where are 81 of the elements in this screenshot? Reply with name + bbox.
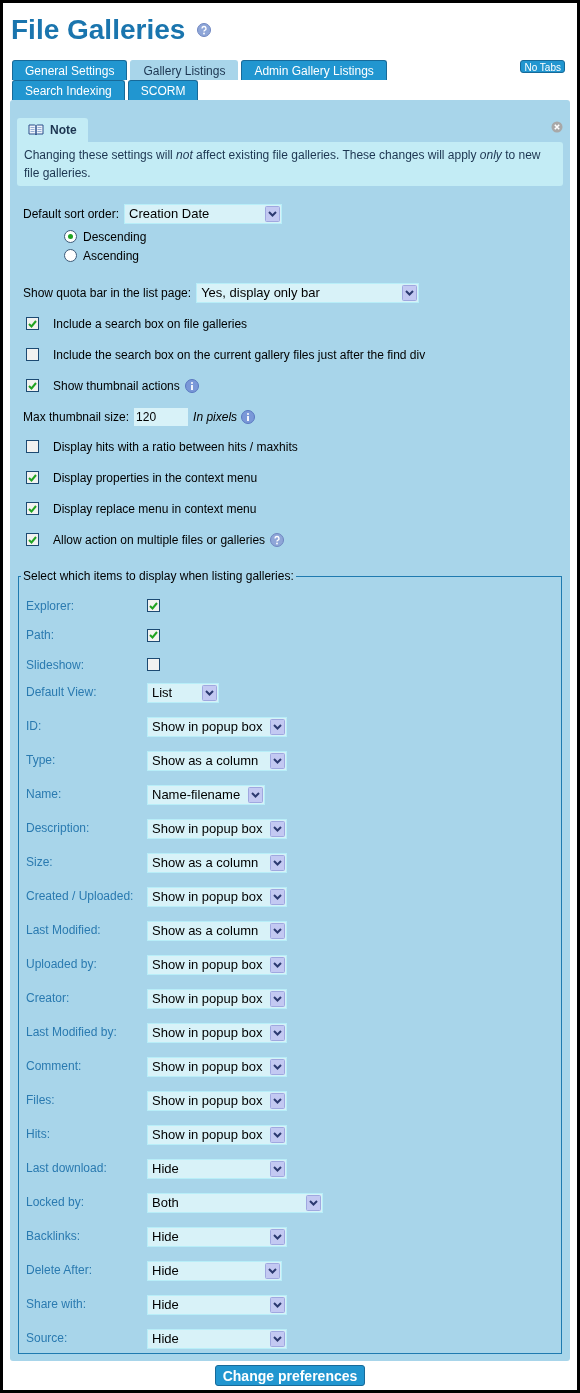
dropdown[interactable]: Hide — [147, 1294, 287, 1315]
dropdown[interactable]: Both — [147, 1192, 323, 1213]
checkbox-label: Include a search box on file galleries — [53, 315, 248, 333]
quota-bar-label: Show quota bar in the list page: — [23, 285, 192, 302]
radio-label: Ascending — [83, 247, 140, 265]
checkbox[interactable] — [26, 440, 39, 453]
checkbox[interactable] — [147, 599, 160, 613]
dropdown[interactable]: Hide — [147, 1260, 282, 1281]
checkbox[interactable] — [26, 471, 39, 484]
info-icon[interactable] — [241, 410, 256, 424]
field-label: Type: — [26, 751, 57, 769]
dropdown[interactable]: Show as a column — [147, 852, 287, 873]
radio-button[interactable] — [64, 230, 77, 243]
dropdown[interactable]: Show in popup box — [147, 886, 287, 907]
checkbox-label: Display replace menu in context menu — [53, 500, 257, 518]
field-label: Explorer: — [26, 597, 76, 615]
field-label: Default View: — [26, 683, 98, 701]
field-label: Description: — [26, 819, 91, 837]
checkbox-label: Display hits with a ratio between hits / maxhits — [53, 438, 298, 456]
help-icon[interactable] — [270, 532, 285, 547]
checkbox-label: Display properties in the context menu — [53, 469, 258, 487]
checkbox[interactable] — [26, 502, 39, 515]
dropdown[interactable]: Show in popup box — [147, 954, 287, 975]
field-label: Locked by: — [26, 1193, 86, 1211]
dropdown[interactable]: Creation Date — [124, 204, 283, 224]
field-label: Creator: — [26, 989, 71, 1007]
checkbox[interactable] — [26, 317, 39, 330]
info-icon[interactable] — [184, 378, 199, 393]
radio-button[interactable] — [64, 249, 77, 262]
help-icon[interactable] — [197, 23, 212, 37]
field-label: Created / Uploaded: — [26, 887, 135, 905]
field-label: Delete After: — [26, 1261, 94, 1279]
field-label: Slideshow: — [26, 656, 86, 674]
dropdown[interactable]: Show in popup box — [147, 1124, 287, 1145]
dropdown[interactable]: Show as a column — [147, 750, 287, 771]
field-label: Name: — [26, 785, 63, 803]
dropdown[interactable]: Show in popup box — [147, 1056, 287, 1077]
book-icon — [28, 124, 44, 136]
dropdown[interactable]: Hide — [147, 1158, 287, 1179]
max-thumbnail-label: Max thumbnail size: — [23, 409, 130, 426]
field-label: Hits: — [26, 1125, 51, 1143]
field-label: ID: — [26, 717, 43, 735]
field-label: Uploaded by: — [26, 955, 98, 973]
dropdown[interactable]: Show in popup box — [147, 1090, 287, 1111]
field-label: Last download: — [26, 1159, 108, 1177]
checkbox[interactable] — [26, 533, 39, 546]
field-label: Path: — [26, 627, 56, 645]
tab[interactable]: Gallery Listings — [130, 60, 239, 80]
thumbnail-size-field[interactable]: 120 — [134, 408, 189, 426]
dropdown[interactable]: Show in popup box — [147, 988, 287, 1009]
checkbox[interactable] — [26, 379, 39, 392]
dropdown[interactable]: List — [147, 682, 219, 703]
dropdown[interactable]: Show in popup box — [147, 1022, 287, 1043]
checkbox-label: Include the search box on the current gallery files just after the find div — [53, 346, 426, 364]
checkbox[interactable] — [26, 348, 39, 361]
dropdown[interactable]: Name-filename — [147, 784, 265, 805]
unit-label: In pixels — [193, 409, 238, 426]
field-label: Backlinks: — [26, 1227, 82, 1245]
field-label: Last Modified: — [26, 921, 102, 939]
dropdown[interactable]: Yes, display only bar — [196, 283, 420, 303]
page-title: File Galleries — [11, 16, 186, 44]
field-label: Files: — [26, 1091, 56, 1109]
note-text: Changing these settings will not affect existing file galleries. These changes will apply only to new file galleries. — [24, 147, 542, 182]
dropdown[interactable]: Show in popup box — [147, 716, 287, 737]
sort-order-label: Default sort order: — [23, 206, 120, 223]
checkbox-label: Allow action on multiple files or galleries — [53, 531, 266, 549]
checkbox[interactable] — [147, 628, 160, 642]
dropdown[interactable]: Show in popup box — [147, 818, 287, 839]
checkbox[interactable] — [147, 658, 160, 672]
field-label: Last Modified by: — [26, 1023, 118, 1041]
note-title: Note — [50, 122, 77, 139]
checkbox-label: Show thumbnail actions — [53, 377, 180, 395]
field-label: Share with: — [26, 1295, 88, 1313]
field-label: Size: — [26, 853, 54, 871]
dropdown[interactable]: Hide — [147, 1226, 287, 1247]
radio-label: Descending — [83, 228, 147, 246]
dropdown[interactable]: Hide — [147, 1328, 287, 1349]
fieldset-legend: Select which items to display when listing galleries: — [21, 567, 296, 585]
dropdown[interactable]: Show as a column — [147, 920, 287, 941]
field-label: Comment: — [26, 1057, 83, 1075]
field-label: Source: — [26, 1329, 69, 1347]
